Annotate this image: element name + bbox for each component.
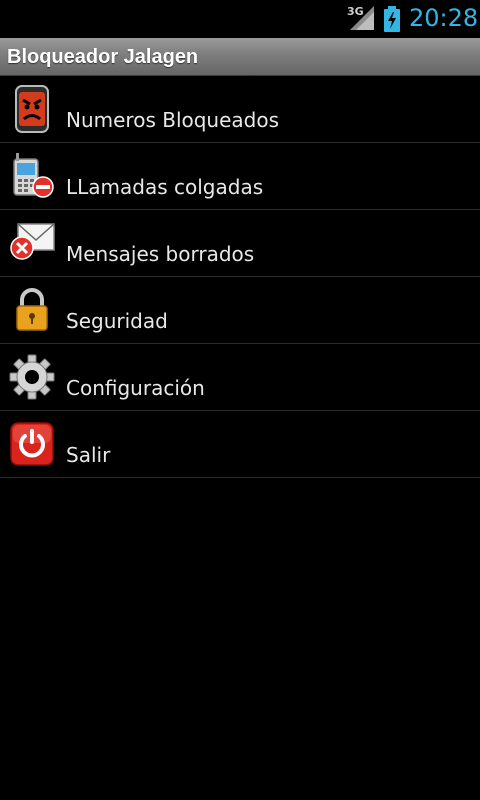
menu-item-label: Seguridad [66, 309, 168, 333]
menu-item-label: Configuración [66, 376, 205, 400]
menu-item-llamadas-colgadas[interactable]: LLamadas colgadas [0, 143, 480, 210]
title-bar: Bloqueador Jalagen [0, 38, 480, 76]
envelope-delete-icon [8, 218, 56, 268]
battery-charging-icon [383, 6, 401, 32]
menu-item-configuracion[interactable]: Configuración [0, 344, 480, 411]
status-bar: 3G 20:28 [0, 0, 480, 38]
menu-item-numeros-bloqueados[interactable]: Numeros Bloqueados [0, 76, 480, 143]
menu-item-mensajes-borrados[interactable]: Mensajes borrados [0, 210, 480, 277]
signal-icon [350, 6, 374, 30]
menu-item-salir[interactable]: Salir [0, 411, 480, 478]
phone-blocked-icon [8, 151, 56, 201]
app-title: Bloqueador Jalagen [7, 46, 199, 68]
angry-phone-icon [8, 84, 56, 134]
menu-item-label: Numeros Bloqueados [66, 108, 280, 132]
menu-item-label: LLamadas colgadas [66, 175, 264, 199]
menu-item-label: Mensajes borrados [66, 242, 255, 266]
clock: 20:28 [409, 4, 479, 32]
menu-item-seguridad[interactable]: Seguridad [0, 277, 480, 344]
main-menu: Numeros Bloqueados LLamadas colgadas Men… [0, 76, 480, 478]
power-icon [8, 419, 56, 469]
gear-icon [8, 352, 56, 402]
menu-item-label: Salir [66, 443, 111, 467]
padlock-icon [8, 285, 56, 335]
